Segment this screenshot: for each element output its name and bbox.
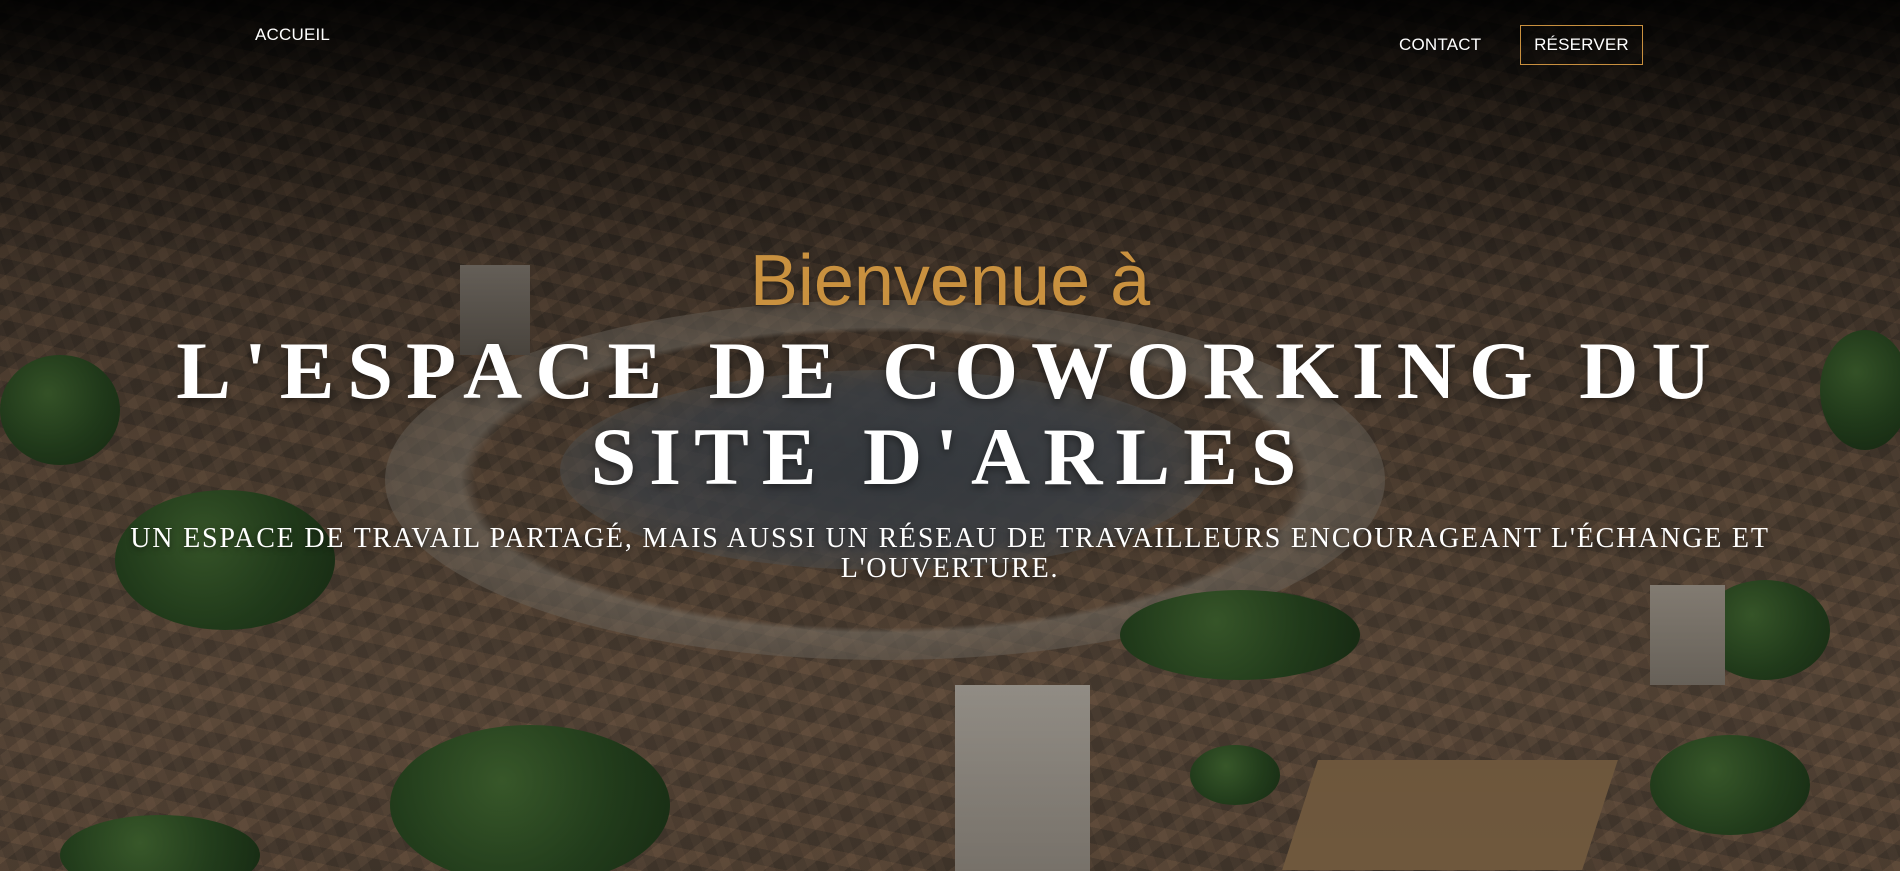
- nav-link-contact[interactable]: CONTACT: [1399, 35, 1481, 55]
- hero-subtitle: UN ESPACE DE TRAVAIL PARTAGÉ, MAIS AUSSI…: [130, 523, 1770, 584]
- reserve-button[interactable]: RÉSERVER: [1520, 25, 1643, 65]
- page-title: L'ESPACE DE COWORKING DU SITE D'ARLES: [176, 325, 1724, 502]
- welcome-heading: Bienvenue à: [749, 241, 1151, 321]
- nav-link-home[interactable]: ACCUEIL: [255, 25, 330, 45]
